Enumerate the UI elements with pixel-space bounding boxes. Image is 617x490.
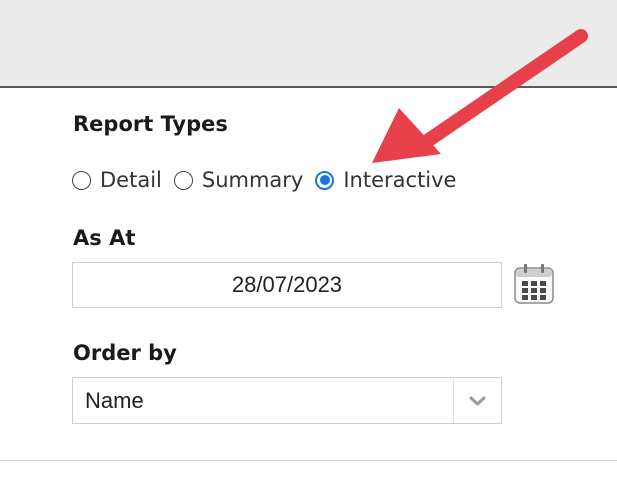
order-by-label: Order by (73, 341, 177, 365)
radio-summary-label: Summary (201, 168, 304, 192)
radio-interactive-label: Interactive (343, 168, 457, 192)
radio-summary-circle[interactable] (173, 170, 193, 190)
as-at-date-input[interactable] (72, 262, 502, 308)
top-toolbar (0, 0, 617, 88)
order-by-dropdown[interactable]: Name (72, 377, 502, 424)
order-by-selected-value: Name (85, 388, 144, 413)
radio-detail-label: Detail (100, 168, 162, 192)
chevron-down-icon[interactable] (453, 378, 501, 423)
report-types-label: Report Types (73, 112, 228, 136)
radio-detail[interactable]: Detail (72, 168, 162, 192)
radio-summary[interactable]: Summary (173, 168, 304, 192)
as-at-label: As At (73, 226, 136, 250)
bottom-divider (0, 460, 617, 461)
radio-detail-circle[interactable] (72, 170, 91, 190)
report-type-radio-group: Detail Summary Interactive (72, 165, 468, 195)
radio-interactive[interactable]: Interactive (315, 168, 456, 192)
radio-interactive-circle[interactable] (315, 170, 335, 190)
calendar-icon[interactable] (512, 262, 556, 306)
